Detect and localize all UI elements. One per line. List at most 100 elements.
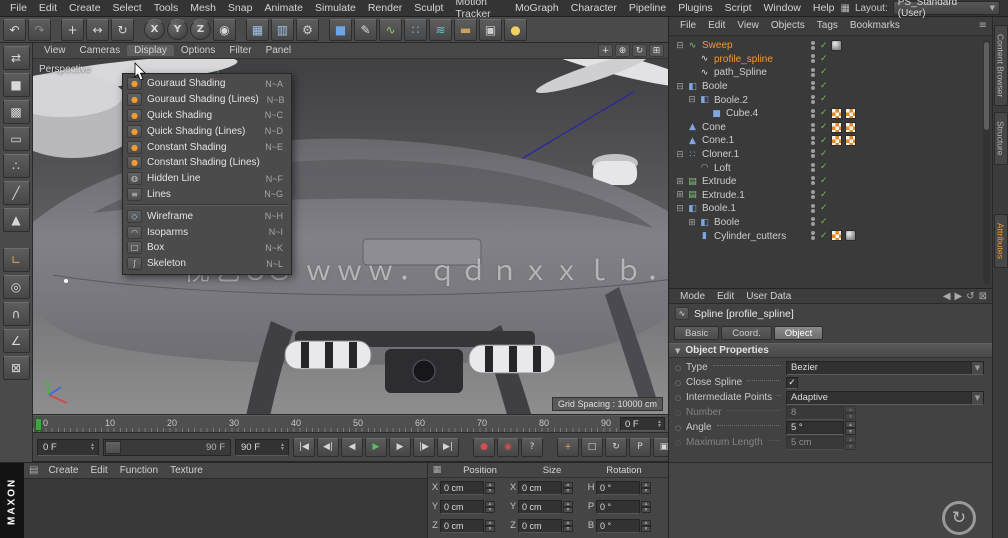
side-tab-content-browser[interactable]: Content Browser bbox=[993, 25, 1008, 107]
current-frame-field[interactable]: 0 F ▲ ▼ bbox=[37, 438, 99, 456]
material-menu-create[interactable]: Create bbox=[42, 465, 84, 476]
expander-icon[interactable]: ⊟ bbox=[674, 150, 686, 160]
checker-tag-icon[interactable] bbox=[844, 121, 856, 133]
enable-check-icon[interactable]: ✓ bbox=[820, 136, 828, 146]
stepper-icon[interactable]: ▲ ▼ bbox=[563, 500, 573, 513]
generators-icon[interactable]: ∿ bbox=[379, 18, 402, 41]
stepper-icon[interactable]: ▲ ▼ bbox=[657, 420, 662, 429]
enable-check-icon[interactable]: ✓ bbox=[820, 81, 828, 91]
angle-field[interactable]: 5 ° bbox=[786, 420, 844, 435]
close-spline-checkbox[interactable]: ✓ bbox=[786, 376, 798, 389]
timeline-frame-field[interactable]: 0 F ▲ ▼ bbox=[620, 417, 665, 431]
timeline[interactable]: 0 10 20 30 40 50 60 70 80 90 0 F ▲ ▼ bbox=[33, 415, 668, 433]
record-parameter-toggle[interactable]: P bbox=[629, 437, 651, 457]
menu-item-gouraud-shading-lines[interactable]: ● Gouraud Shading (Lines) N~B bbox=[123, 92, 291, 108]
checker-tag-icon[interactable] bbox=[830, 135, 842, 147]
redo-icon[interactable]: ↷ bbox=[28, 18, 51, 41]
record-scale-toggle[interactable]: □ bbox=[581, 437, 603, 457]
visibility-dots[interactable] bbox=[809, 67, 817, 77]
visibility-dots[interactable] bbox=[809, 162, 817, 172]
stepper-icon[interactable]: ▲ ▼ bbox=[845, 405, 856, 420]
visibility-dots[interactable] bbox=[809, 81, 817, 91]
viewport-menu-panel[interactable]: Panel bbox=[259, 45, 299, 56]
coord-y-pos-field[interactable]: 0 cm bbox=[440, 499, 484, 514]
object-row-path-spline[interactable]: ∿ path_Spline ✓ bbox=[669, 66, 992, 80]
object-row-profile-spline[interactable]: ∿ profile_spline ✓ bbox=[669, 53, 992, 67]
enable-check-icon[interactable]: ✓ bbox=[820, 108, 828, 118]
pan-view-icon[interactable]: + bbox=[598, 44, 613, 57]
om-menu-view[interactable]: View bbox=[731, 20, 765, 31]
checker-tag-icon[interactable] bbox=[844, 107, 856, 119]
viewport[interactable]: View Cameras Display Options Filter Panel + ⊕ ↻… bbox=[33, 43, 668, 415]
visibility-dots[interactable] bbox=[809, 108, 817, 118]
object-row-extrude[interactable]: ⊞ ▤ Extrude ✓ bbox=[669, 175, 992, 189]
object-row-cone[interactable]: ▲ Cone ✓ bbox=[669, 121, 992, 135]
stepper-icon[interactable]: ▲ ▼ bbox=[485, 519, 495, 532]
checker-tag-icon[interactable] bbox=[830, 121, 842, 133]
snap-mode-icon[interactable]: ∩ bbox=[2, 302, 30, 326]
keyframe-circle-icon[interactable]: ○ bbox=[675, 394, 686, 402]
viewport-menu-cameras[interactable]: Cameras bbox=[73, 45, 128, 56]
light-icon[interactable]: ● bbox=[504, 18, 527, 41]
visibility-dots[interactable] bbox=[809, 122, 817, 132]
texture-mode-icon[interactable]: ▩ bbox=[2, 100, 30, 124]
render-view-icon[interactable]: ▦ bbox=[246, 18, 269, 41]
visibility-dots[interactable] bbox=[809, 136, 817, 146]
am-menu-edit[interactable]: Edit bbox=[711, 291, 740, 302]
menubar-item-help[interactable]: Help bbox=[807, 2, 841, 14]
menubar-item-plugins[interactable]: Plugins bbox=[672, 2, 718, 14]
stepper-icon[interactable]: ▲ ▼ bbox=[845, 435, 856, 450]
rotate-tool-icon[interactable]: ↻ bbox=[111, 18, 134, 41]
menubar-item-sculpt[interactable]: Sculpt bbox=[408, 2, 449, 14]
menubar-item-mesh[interactable]: Mesh bbox=[184, 2, 222, 14]
enable-check-icon[interactable]: ✓ bbox=[820, 176, 828, 186]
coord-y-size-field[interactable]: 0 cm bbox=[518, 499, 562, 514]
floor-icon[interactable]: ▬ bbox=[454, 18, 477, 41]
edges-mode-icon[interactable]: ╱ bbox=[2, 181, 30, 205]
stepper-icon[interactable]: ▲ ▼ bbox=[641, 519, 651, 532]
prev-frame-button[interactable]: ◀ bbox=[341, 437, 363, 457]
back-arrow-icon[interactable]: ◀ bbox=[943, 291, 951, 302]
stepper-icon[interactable]: ▲ ▼ bbox=[845, 420, 856, 435]
menu-item-hidden-line[interactable]: ◍ Hidden Line N~F bbox=[123, 171, 291, 187]
om-menu-bookmarks[interactable]: Bookmarks bbox=[844, 20, 906, 31]
object-row-extrude-1[interactable]: ⊞ ▤ Extrude.1 ✓ bbox=[669, 189, 992, 203]
enable-check-icon[interactable]: ✓ bbox=[820, 41, 828, 51]
maximum-length-field[interactable]: 5 cm bbox=[786, 435, 844, 450]
coord-z-pos-field[interactable]: 0 cm bbox=[440, 518, 484, 533]
viewport-menu-options[interactable]: Options bbox=[174, 45, 222, 56]
menubar-item-tools[interactable]: Tools bbox=[148, 2, 185, 14]
menu-item-skeleton[interactable]: ∫ Skeleton N~L bbox=[123, 256, 291, 272]
menu-item-gouraud-shading[interactable]: ● Gouraud Shading N~A bbox=[123, 76, 291, 92]
stepper-icon[interactable]: ▲ ▼ bbox=[563, 519, 573, 532]
polygons-mode-icon[interactable]: ▲ bbox=[2, 208, 30, 232]
mograph-icon[interactable]: ∷ bbox=[404, 18, 427, 41]
goto-start-button[interactable]: |◀ bbox=[293, 437, 315, 457]
stepper-icon[interactable]: ▲ ▼ bbox=[485, 500, 495, 513]
make-editable-icon[interactable]: ⇄ bbox=[2, 46, 30, 70]
coordinate-system-icon[interactable]: ◉ bbox=[213, 18, 236, 41]
menubar-item-pipeline[interactable]: Pipeline bbox=[623, 2, 672, 14]
axis-mode-icon[interactable]: ∟ bbox=[2, 248, 30, 272]
object-row-boole-1[interactable]: ⊟ ◧ Boole.1 ✓ bbox=[669, 202, 992, 216]
menu-item-constant-shading-lines[interactable]: ● Constant Shading (Lines) bbox=[123, 155, 291, 171]
tab-basic[interactable]: Basic bbox=[674, 326, 720, 340]
coord-h-rot-field[interactable]: 0 ° bbox=[596, 480, 640, 495]
keyframe-selection-button[interactable]: ? bbox=[521, 437, 543, 457]
enable-check-icon[interactable]: ✓ bbox=[820, 54, 828, 64]
points-mode-icon[interactable]: ∴ bbox=[2, 154, 30, 178]
stepper-icon[interactable]: ▲ ▼ bbox=[280, 443, 285, 452]
type-select[interactable]: Bezier ▼ bbox=[786, 360, 984, 375]
next-key-button[interactable]: |▶ bbox=[413, 437, 435, 457]
object-row-cone-1[interactable]: ▲ Cone.1 ✓ bbox=[669, 134, 992, 148]
menubar-item-file[interactable]: File bbox=[4, 2, 33, 14]
coord-z-size-field[interactable]: 0 cm bbox=[518, 518, 562, 533]
menubar-item-motion-tracker[interactable]: Motion Tracker bbox=[449, 0, 508, 20]
object-row-sweep[interactable]: ⊟ ∿ Sweep ✓ bbox=[669, 39, 992, 53]
stepper-icon[interactable]: ▲ ▼ bbox=[90, 443, 95, 452]
menubar-item-script[interactable]: Script bbox=[719, 2, 758, 14]
expander-icon[interactable]: ⊞ bbox=[674, 177, 686, 187]
object-row-cube-4[interactable]: ■ Cube.4 ✓ bbox=[669, 107, 992, 121]
menu-item-lines[interactable]: ≡ Lines N~G bbox=[123, 187, 291, 203]
menubar-item-snap[interactable]: Snap bbox=[222, 2, 259, 14]
